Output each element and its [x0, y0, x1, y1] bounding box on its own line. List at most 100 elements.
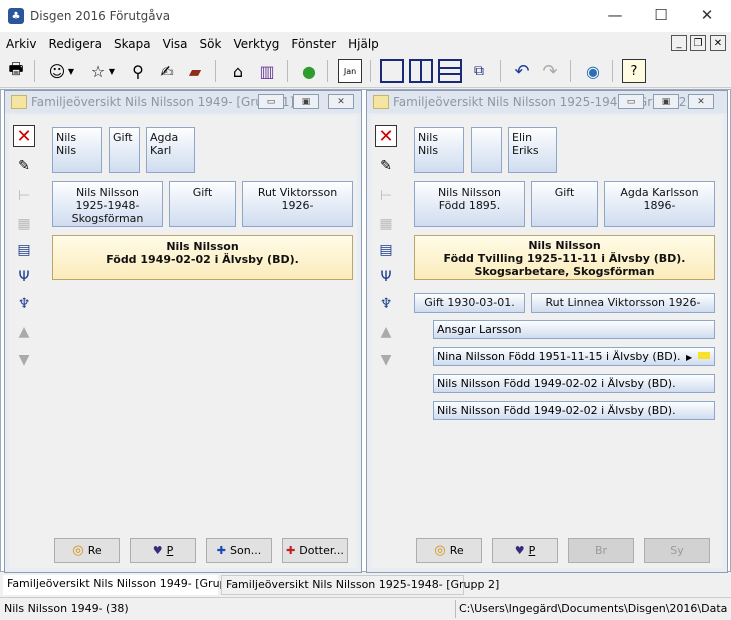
menu-verktyg[interactable]: Verktyg — [227, 37, 285, 51]
chevron-down-icon[interactable]: ▼ — [107, 59, 117, 83]
tab-window-1[interactable]: Familjeöversikt Nils Nilsson 1949- [Grup… — [3, 575, 248, 595]
parents-button[interactable]: ♥ P — [130, 538, 196, 563]
home-icon[interactable]: ⌂ — [226, 59, 250, 83]
tile-horizontal-icon[interactable] — [438, 59, 462, 83]
menu-arkiv[interactable]: Arkiv — [0, 37, 43, 51]
child-row[interactable]: Nils Nilsson Född 1949-02-02 i Älvsby (B… — [433, 374, 715, 393]
child-row[interactable]: Nils Nilsson Född 1949-02-02 i Älvsby (B… — [433, 401, 715, 420]
ancestor-tree-icon[interactable]: Ψ — [375, 266, 397, 288]
father-box[interactable]: Nils Nilsson 1925-1948- Skogsförman — [52, 181, 163, 227]
parents-marriage-box[interactable]: Gift — [169, 181, 236, 227]
print-icon[interactable]: 🖶 — [4, 59, 28, 83]
app-window: ♣ Disgen 2016 Förutgåva — ☐ ✕ Arkiv Redi… — [0, 0, 731, 620]
parents-marriage-box[interactable]: Gift — [531, 181, 598, 227]
mdi-restore-icon[interactable]: ❐ — [690, 35, 706, 51]
minimize-icon[interactable]: — — [592, 0, 638, 30]
help-icon[interactable]: ? — [622, 59, 646, 83]
add-son-icon: ✚ — [216, 544, 227, 557]
grid-icon: ▦ — [17, 216, 31, 232]
child-window-title: Familjeöversikt Nils Nilsson 1949- [Grup… — [31, 95, 295, 109]
grandfather-box[interactable]: Nils Nils — [414, 127, 464, 173]
menu-skapa[interactable]: Skapa — [108, 37, 157, 51]
grandparents-marriage-box[interactable] — [471, 127, 502, 173]
family-list-icon[interactable]: ▤ — [13, 239, 35, 261]
grandmother-box[interactable]: Agda Karl — [146, 127, 195, 173]
relation-button[interactable]: ◎ Re — [54, 538, 120, 563]
menu-hjalp[interactable]: Hjälp — [342, 37, 385, 51]
mother-box[interactable]: Rut Viktorsson 1926- — [242, 181, 353, 227]
note-marker-icon — [698, 352, 710, 359]
chevron-down-icon[interactable]: ▼ — [66, 59, 76, 83]
parents-button-label: P — [528, 544, 536, 557]
delete-icon[interactable]: ✕ — [13, 125, 35, 147]
grandmother-box[interactable]: Elin Eriks — [508, 127, 557, 173]
move-up-icon: ▲ — [18, 324, 30, 340]
main-person-box[interactable]: Nils Nilsson Född Tvilling 1925-11-11 i … — [414, 235, 715, 280]
descendant-tree-icon[interactable]: ♆ — [375, 293, 397, 315]
edit-document-icon[interactable]: ✎ — [375, 155, 397, 177]
child-minimize-icon[interactable]: ▭ — [618, 94, 644, 109]
child-row[interactable]: Nina Nilsson Född 1951-11-15 i Älvsby (B… — [433, 347, 715, 366]
pedigree-icon: ⊢ — [379, 188, 393, 204]
window-icon — [11, 95, 27, 109]
tree-icon: ♣ — [8, 8, 24, 24]
add-son-button-label: Son... — [230, 544, 262, 557]
father-box[interactable]: Nils Nilsson Född 1895. — [414, 181, 525, 227]
child-close-icon[interactable]: ✕ — [328, 94, 354, 109]
child-minimize-icon[interactable]: ▭ — [258, 94, 284, 109]
map-icon[interactable]: ● — [297, 59, 321, 83]
ancestor-tree-icon[interactable]: Ψ — [13, 266, 35, 288]
menu-sok[interactable]: Sök — [194, 37, 228, 51]
main-person-box[interactable]: Nils Nilsson Född 1949-02-02 i Älvsby (B… — [52, 235, 353, 280]
mdi-close-icon[interactable]: ✕ — [710, 35, 726, 51]
sibling-button: Br — [568, 538, 634, 563]
child-maximize-icon[interactable]: ▣ — [653, 94, 679, 109]
separator — [34, 60, 35, 82]
cascade-icon[interactable]: ⧉ — [467, 59, 491, 83]
mother-box[interactable]: Agda Karlsson 1896- — [604, 181, 715, 227]
child-row[interactable]: Ansgar Larsson — [433, 320, 715, 339]
globe-icon[interactable]: ◉ — [581, 59, 605, 83]
grandfather-box[interactable]: Nils Nils — [52, 127, 102, 173]
edit-document-icon[interactable]: ✎ — [13, 155, 35, 177]
separator — [215, 60, 216, 82]
child-close-icon[interactable]: ✕ — [688, 94, 714, 109]
tile-vertical-icon[interactable] — [409, 59, 433, 83]
spouse-marriage-box[interactable]: Gift 1930-03-01. — [414, 293, 525, 313]
window-single-icon[interactable] — [380, 59, 404, 83]
family-list-icon[interactable]: ▤ — [375, 239, 397, 261]
move-down-icon: ▼ — [18, 352, 30, 368]
add-daughter-button[interactable]: ✚ Dotter... — [282, 538, 348, 563]
menu-fonster[interactable]: Fönster — [285, 37, 342, 51]
separator — [327, 60, 328, 82]
parents-button[interactable]: ♥ P — [492, 538, 558, 563]
family-overview-window-2: Familjeöversikt Nils Nilsson 1925-1948- … — [366, 90, 728, 573]
hand-note-icon[interactable]: ✍ — [155, 59, 179, 83]
binoculars-icon[interactable]: ⚲ — [126, 59, 150, 83]
books-icon[interactable]: ▥ — [255, 59, 279, 83]
descendant-tree-icon[interactable]: ♆ — [13, 293, 35, 315]
window-title: Disgen 2016 Förutgåva — [30, 9, 171, 23]
child-maximize-icon[interactable]: ▣ — [293, 94, 319, 109]
status-person: Nils Nilsson 1949- (38) — [4, 602, 129, 615]
relation-button[interactable]: ◎ Re — [416, 538, 482, 563]
maximize-icon[interactable]: ☐ — [638, 0, 684, 30]
add-son-button[interactable]: ✚ Son... — [206, 538, 272, 563]
tab-window-2[interactable]: Familjeöversikt Nils Nilsson 1925-1948- … — [221, 575, 499, 595]
separator — [612, 60, 613, 82]
undo-icon[interactable]: ↶ — [510, 59, 534, 83]
menu-visa[interactable]: Visa — [157, 37, 194, 51]
mdi-minimize-icon[interactable]: _ — [671, 35, 687, 51]
spouse-box[interactable]: Rut Linnea Viktorsson 1926- — [531, 293, 715, 313]
toolbar: 🖶 ☺ ▼ ☆ ▼ ⚲ ✍ ▰ ⌂ ▥ ● Jan ⧉ ↶ ↷ ◉ ? — [0, 55, 731, 88]
add-daughter-icon: ✚ — [286, 544, 296, 557]
move-down-icon: ▼ — [380, 352, 392, 368]
grandparents-marriage-box[interactable]: Gift — [109, 127, 140, 173]
close-icon[interactable]: ✕ — [684, 0, 730, 30]
calendar-icon[interactable]: Jan — [338, 59, 362, 83]
parents-icon: ♥ — [514, 544, 525, 557]
delete-icon[interactable]: ✕ — [375, 125, 397, 147]
menu-redigera[interactable]: Redigera — [43, 37, 108, 51]
book-icon[interactable]: ▰ — [183, 59, 207, 83]
separator — [500, 60, 501, 82]
